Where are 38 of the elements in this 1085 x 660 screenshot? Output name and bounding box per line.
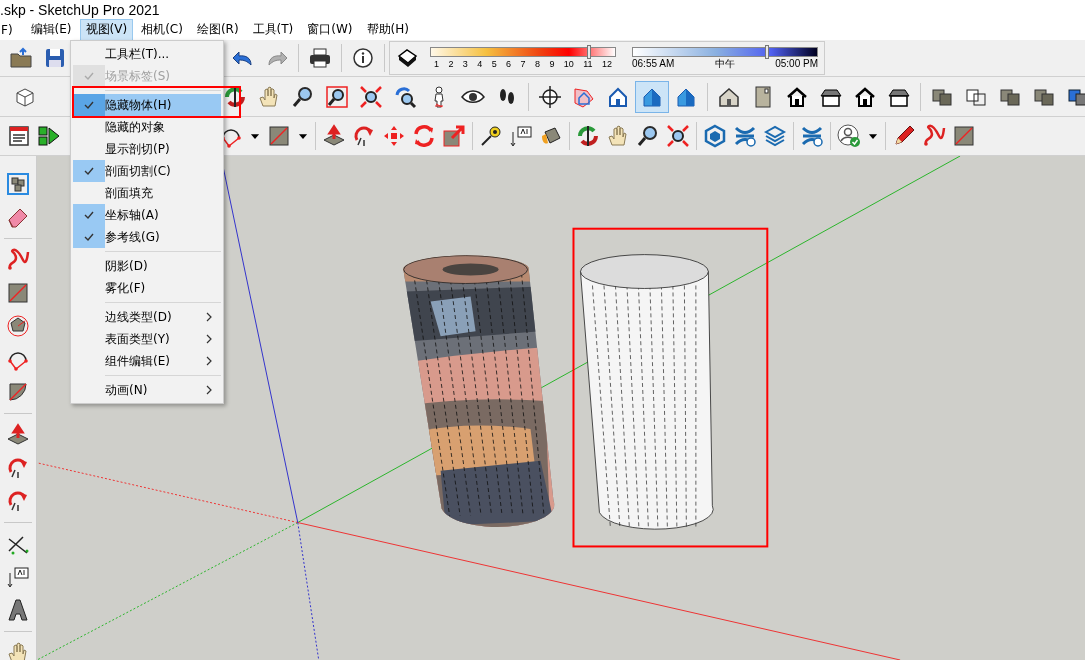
menu-option[interactable]: 坐标轴(A) xyxy=(73,204,221,226)
menu-item[interactable]: 窗口(W) xyxy=(301,19,359,41)
time-label: 05:00 PM xyxy=(775,59,818,69)
menu-item[interactable]: 工具(T) xyxy=(246,19,300,41)
month-tick-label: 4 xyxy=(477,59,483,69)
month-tick-label: 7 xyxy=(520,59,526,69)
menu-option[interactable]: 参考线(G) xyxy=(73,226,221,248)
month-tick-label: 1 xyxy=(434,59,439,69)
menu-option[interactable]: 隐藏的对象 xyxy=(73,116,221,138)
menu-item[interactable]: 帮助(H) xyxy=(360,19,415,41)
menu-item[interactable]: 相机(C) xyxy=(135,19,189,41)
menu-option[interactable]: 边线类型(D) xyxy=(73,306,221,328)
time-label: 06:55 AM xyxy=(632,59,675,69)
menu-option[interactable]: 显示剖切(P) xyxy=(73,138,221,160)
window-title: .skp - SketchUp Pro 2021 xyxy=(0,2,160,18)
month-tick-label: 5 xyxy=(491,59,497,69)
month-tick-label: 11 xyxy=(583,59,593,69)
month-tick-label: 3 xyxy=(462,59,468,69)
time-label: 中午 xyxy=(714,59,735,69)
month-tick-label: 8 xyxy=(534,59,540,69)
menu-option[interactable]: 表面类型(Y) xyxy=(73,328,221,350)
menu-item[interactable]: F) xyxy=(0,20,19,40)
menu-option[interactable]: 动画(N) xyxy=(73,379,221,401)
month-tick-label: 10 xyxy=(563,59,574,69)
menu-option[interactable]: 组件编辑(E) xyxy=(73,350,221,372)
menu-option[interactable]: 工具栏(T)... xyxy=(73,43,221,65)
menu-option[interactable]: 剖面填充 xyxy=(73,182,221,204)
menu-item[interactable]: 绘图(R) xyxy=(190,19,245,41)
menu-option[interactable]: 雾化(F) xyxy=(73,277,221,299)
menu-item[interactable]: 视图(V) xyxy=(79,19,134,41)
month-tick-label: 6 xyxy=(506,59,512,69)
month-tick-label: 12 xyxy=(601,59,612,69)
menu-item[interactable]: 编辑(E) xyxy=(24,19,78,41)
menu-option[interactable]: 隐藏物体(H) xyxy=(73,94,221,116)
month-tick-label: 9 xyxy=(549,59,555,69)
menu-option[interactable]: 剖面切割(C) xyxy=(73,160,221,182)
menu-option[interactable]: 阴影(D) xyxy=(73,255,221,277)
month-tick-label: 2 xyxy=(448,59,454,69)
